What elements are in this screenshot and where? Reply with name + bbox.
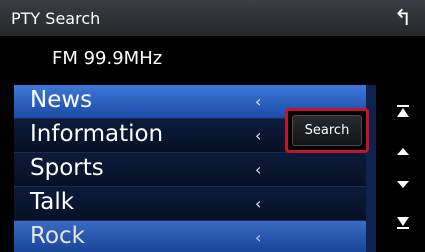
frequency-display: FM 99.9MHz: [52, 48, 163, 69]
chevron-left-icon: ‹: [255, 92, 262, 111]
list-item-label: Rock: [30, 223, 85, 249]
scroll-up-icon[interactable]: [390, 138, 416, 164]
chevron-left-icon: ‹: [255, 194, 262, 213]
page-title: PTY Search: [11, 9, 101, 28]
list-item-label: Sports: [30, 155, 104, 181]
list-item-talk[interactable]: Talk ‹: [14, 187, 374, 221]
pty-search-screen: PTY Search ↰ FM 99.9MHz News ‹ Informati…: [0, 0, 425, 252]
list-item-sports[interactable]: Sports ‹: [14, 153, 374, 187]
list-item-label: News: [30, 87, 93, 113]
chevron-left-icon: ‹: [255, 228, 262, 247]
search-button[interactable]: Search: [285, 108, 369, 153]
list-item-label: Information: [30, 121, 164, 147]
chevron-left-icon: ‹: [255, 126, 262, 145]
search-button-label: Search: [304, 123, 350, 138]
return-arrow-icon[interactable]: ↰: [389, 6, 417, 32]
scroll-down-icon[interactable]: [390, 172, 416, 198]
title-bar: PTY Search ↰: [0, 0, 425, 36]
search-button-face: Search: [292, 115, 362, 146]
chevron-left-icon: ‹: [255, 160, 262, 179]
list-item-label: Talk: [30, 189, 75, 215]
scroll-to-bottom-icon[interactable]: [390, 210, 416, 236]
list-item-rock[interactable]: Rock ‹: [14, 221, 374, 252]
scroll-to-top-icon[interactable]: [390, 98, 416, 124]
